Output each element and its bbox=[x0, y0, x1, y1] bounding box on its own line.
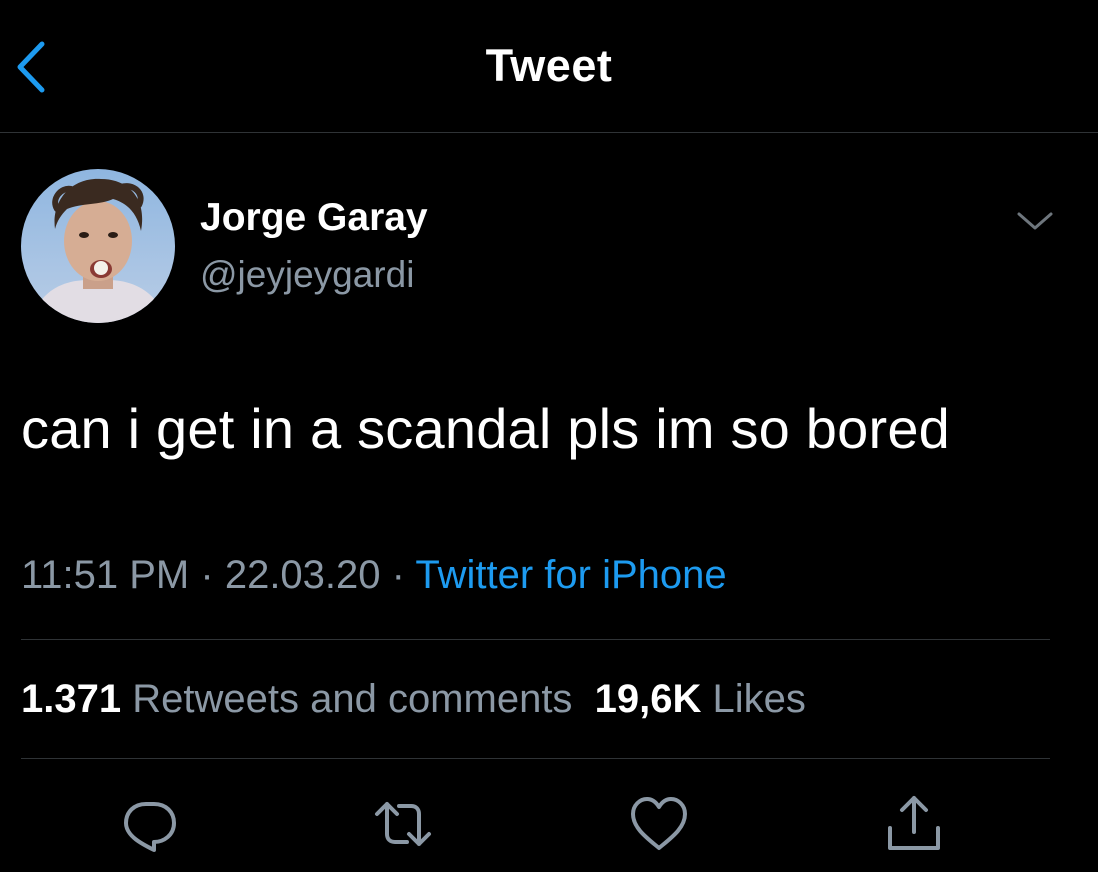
page-title: Tweet bbox=[485, 40, 613, 91]
retweet-button[interactable] bbox=[371, 792, 435, 856]
share-icon bbox=[888, 796, 940, 850]
avatar[interactable] bbox=[21, 169, 175, 323]
retweets-count: 1.371 bbox=[21, 677, 122, 721]
retweets-label: Retweets and comments bbox=[132, 677, 573, 721]
more-options-button[interactable] bbox=[1014, 206, 1056, 236]
tweet-source-link[interactable]: Twitter for iPhone bbox=[415, 553, 726, 597]
likes-stat[interactable]: 19,6K Likes bbox=[595, 677, 806, 721]
retweet-icon bbox=[375, 802, 431, 846]
divider bbox=[21, 639, 1050, 640]
like-button[interactable] bbox=[627, 792, 691, 856]
profile-photo bbox=[21, 169, 175, 323]
tweet-stats: 1.371 Retweets and comments 19,6K Likes bbox=[21, 677, 806, 722]
reply-button[interactable] bbox=[118, 792, 182, 856]
tweet-date: 22.03.20 bbox=[224, 553, 381, 597]
heart-icon bbox=[631, 797, 687, 850]
divider bbox=[21, 758, 1050, 759]
author-handle[interactable]: @jeyjeygardi bbox=[200, 254, 414, 296]
reply-icon bbox=[124, 802, 176, 852]
likes-label: Likes bbox=[712, 677, 806, 721]
tweet-time: 11:51 PM bbox=[21, 553, 190, 597]
meta-separator: · bbox=[391, 553, 405, 597]
nav-bar: Tweet bbox=[0, 0, 1098, 133]
author-name[interactable]: Jorge Garay bbox=[200, 196, 428, 240]
tweet-text: can i get in a scandal pls im so bored bbox=[21, 397, 951, 460]
tweet-metadata: 11:51 PM · 22.03.20 · Twitter for iPhone bbox=[21, 553, 727, 598]
meta-separator: · bbox=[200, 553, 214, 597]
retweets-stat[interactable]: 1.371 Retweets and comments bbox=[21, 677, 572, 721]
chevron-down-icon bbox=[1017, 212, 1053, 230]
share-button[interactable] bbox=[882, 792, 946, 856]
likes-count: 19,6K bbox=[594, 677, 702, 721]
